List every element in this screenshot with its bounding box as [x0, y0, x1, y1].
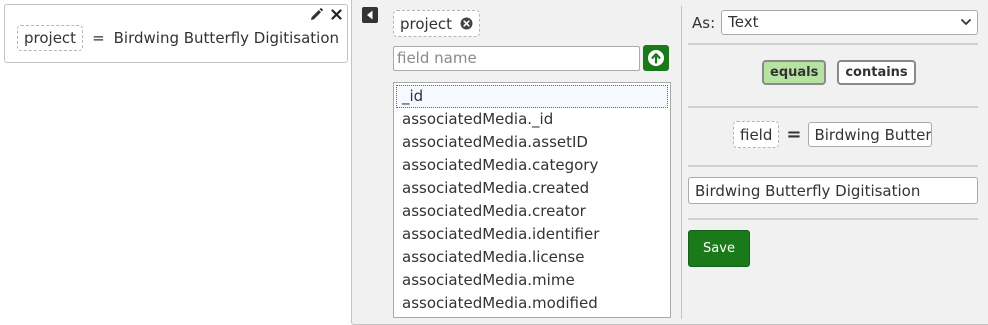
- chevron-down-icon: [961, 19, 972, 25]
- field-list-item[interactable]: associatedMedia.category: [396, 154, 668, 177]
- add-field-button[interactable]: [643, 45, 669, 71]
- preview-value: Birdwing Butter: [808, 122, 933, 147]
- section-divider: [688, 218, 978, 220]
- remove-field-icon[interactable]: [460, 17, 473, 30]
- operator-buttons: equals contains: [762, 60, 916, 85]
- filter-field-chip: project: [17, 25, 84, 51]
- column-divider: [681, 6, 682, 319]
- field-list-item[interactable]: associatedMedia.creator: [396, 200, 668, 223]
- filter-operator: =: [92, 29, 105, 47]
- filter-summary: project = Birdwing Butterfly Digitisatio…: [17, 25, 339, 51]
- filter-editor-panel: project _idassociatedMedia._idassociated…: [351, 0, 988, 325]
- field-list[interactable]: _id associatedMedia._id associatedMedia.as…: [393, 82, 671, 318]
- field-input-row: [393, 45, 669, 71]
- pencil-icon[interactable]: [309, 7, 323, 21]
- caret-left-icon: [367, 10, 373, 20]
- preview-field-chip: field: [733, 121, 780, 148]
- section-divider: [688, 106, 978, 108]
- filter-card-actions: [309, 7, 343, 21]
- filter-value: Birdwing Butterfly Digitisation: [113, 29, 339, 47]
- field-list-item[interactable]: associatedMedia.modified: [396, 292, 668, 315]
- as-type-select[interactable]: Text: [721, 10, 979, 35]
- arrow-up-circle-icon: [648, 50, 664, 66]
- as-type-value: Text: [728, 13, 759, 31]
- field-list-item[interactable]: associatedMedia.created: [396, 177, 668, 200]
- options-column: As: Text equals contains field = Birdwing…: [688, 0, 979, 325]
- selected-field-label: project: [400, 14, 453, 33]
- field-list-item[interactable]: associatedMedia.mime: [396, 269, 668, 292]
- operator-equals-button[interactable]: equals: [762, 60, 827, 85]
- save-button[interactable]: Save: [688, 230, 750, 267]
- field-list-item[interactable]: _id: [396, 85, 668, 108]
- as-type-row: As: Text: [692, 10, 979, 35]
- value-input[interactable]: [688, 177, 978, 204]
- operator-contains-button[interactable]: contains: [837, 60, 916, 85]
- field-selection-column: project _idassociatedMedia._idassociated…: [393, 10, 671, 318]
- filter-preview: field = Birdwing Butter: [733, 121, 933, 148]
- selected-field-chip: project: [393, 10, 481, 37]
- field-list-item[interactable]: associatedMedia.assetID: [396, 131, 668, 154]
- as-label: As:: [692, 13, 716, 32]
- field-name-input[interactable]: [393, 45, 640, 71]
- field-list-item[interactable]: associatedMedia.identifier: [396, 223, 668, 246]
- collapse-panel-button[interactable]: [362, 7, 378, 23]
- section-divider: [688, 43, 978, 45]
- preview-operator: =: [786, 124, 802, 145]
- close-icon[interactable]: [329, 7, 343, 21]
- field-list-item[interactable]: associatedMedia.license: [396, 246, 668, 269]
- filter-card: project = Birdwing Butterfly Digitisatio…: [4, 4, 348, 63]
- field-list-item[interactable]: associatedMedia._id: [396, 108, 668, 131]
- section-divider: [688, 165, 978, 167]
